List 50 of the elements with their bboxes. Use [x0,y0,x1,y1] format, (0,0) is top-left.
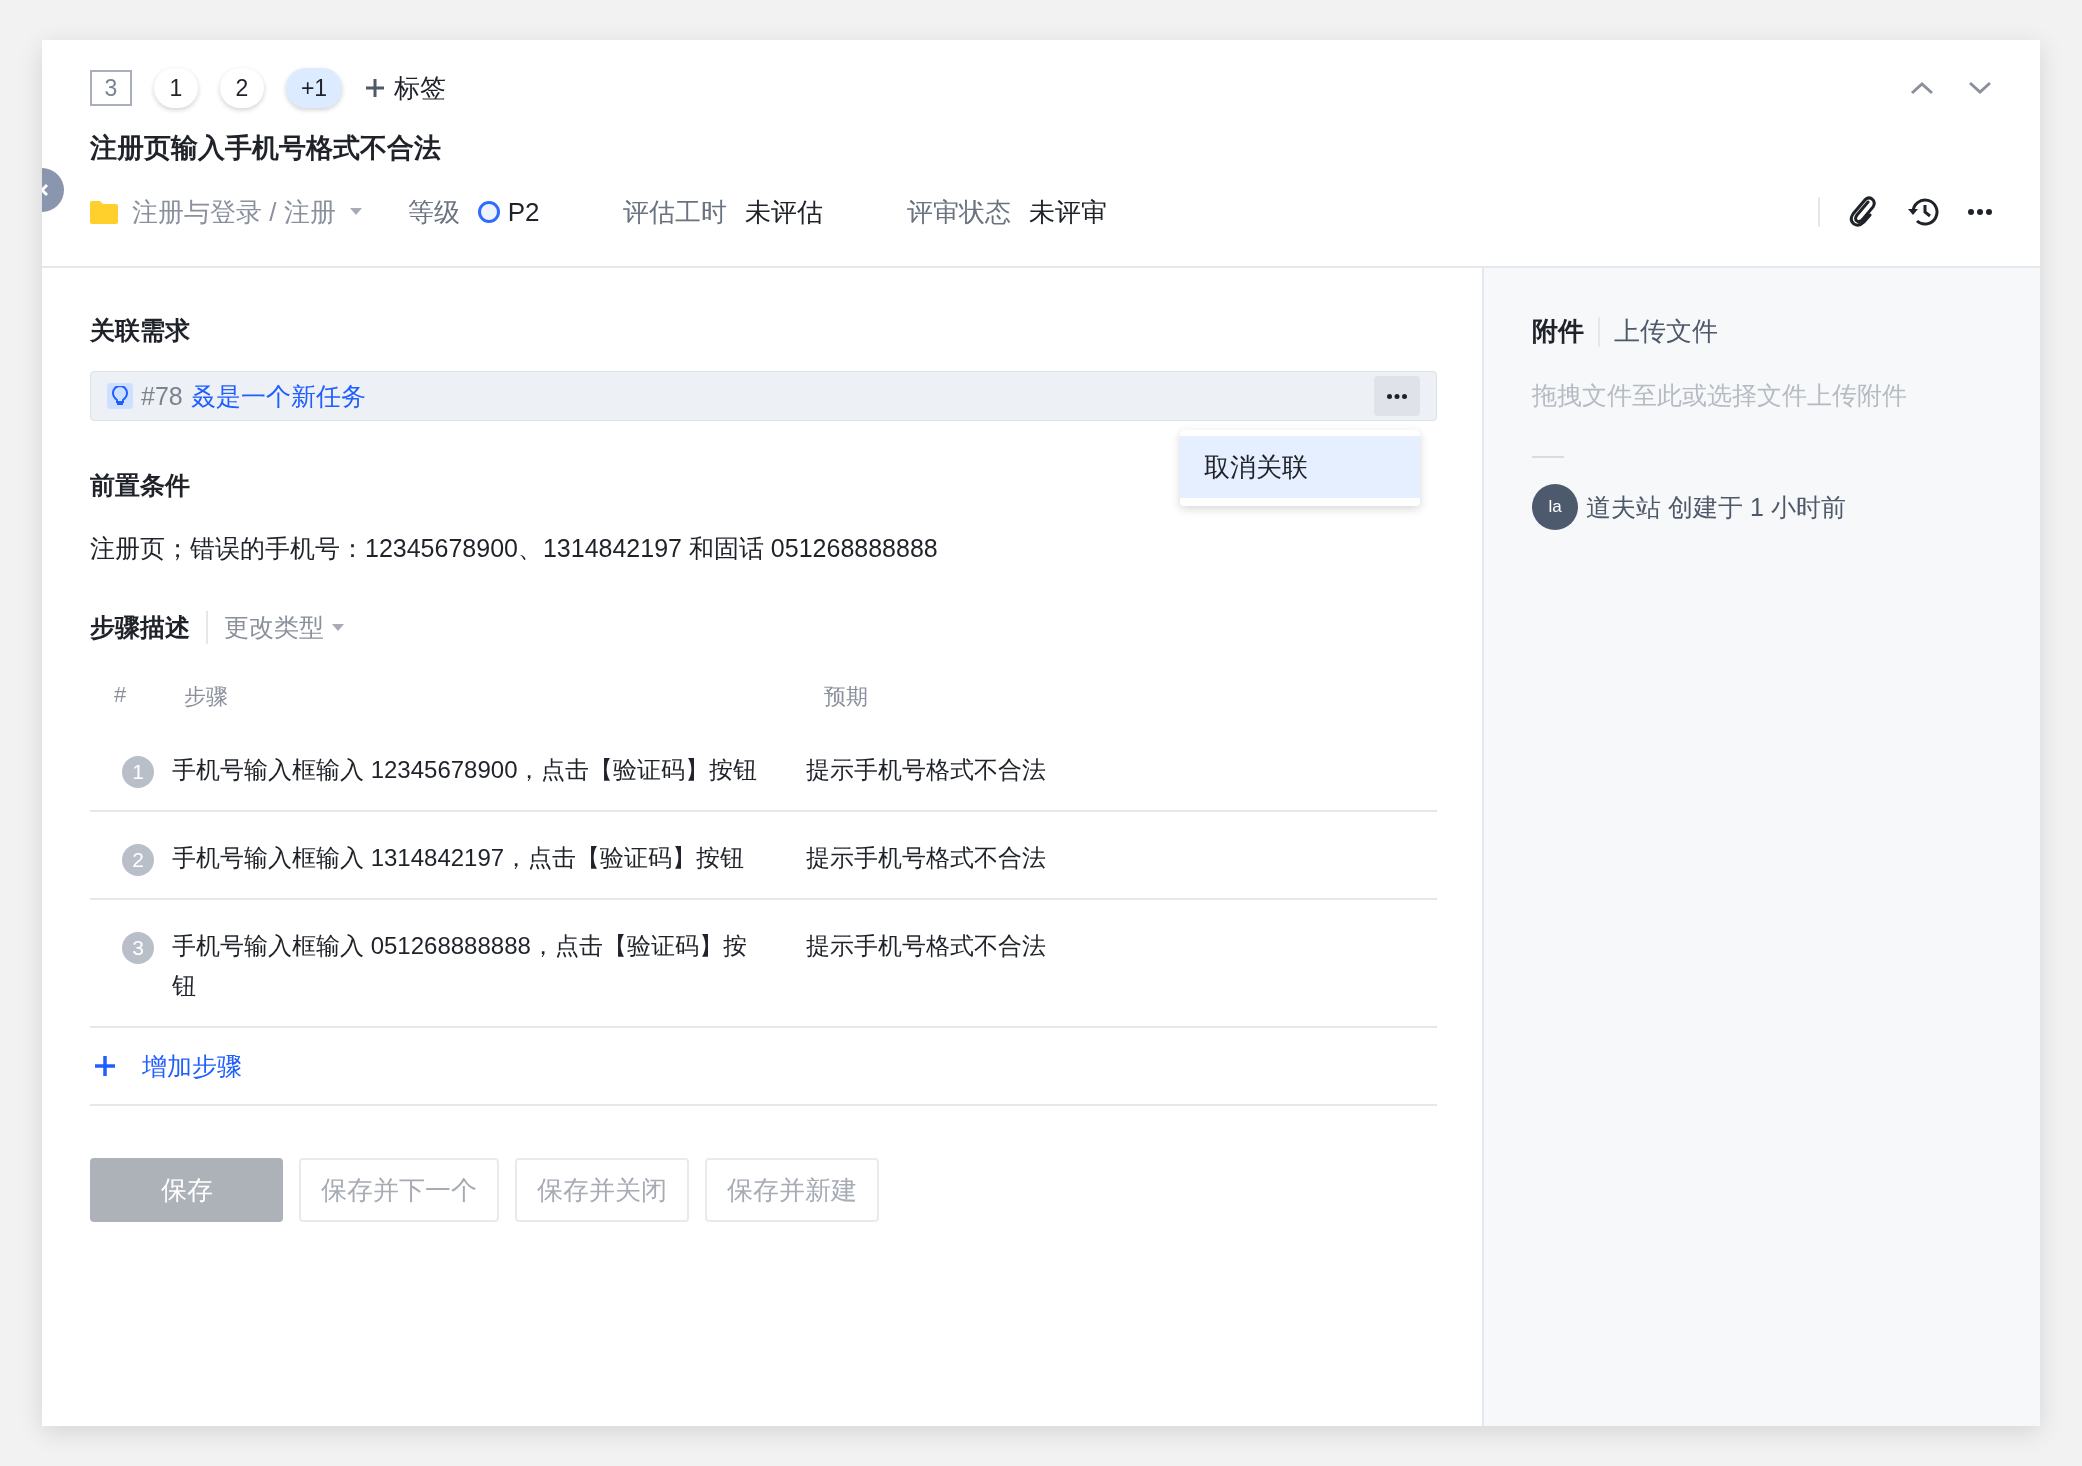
activity-text: 道夫站 创建于 1 小时前 [1586,491,1846,523]
expected-text: 提示手机号格式不合法 [805,931,1047,961]
section-heading: 前置条件 [90,470,191,501]
add-step-link[interactable]: 增加步骤 [142,1049,242,1083]
add-tag-button[interactable]: 标签 [364,70,446,106]
priority-ring-icon [477,201,500,223]
panel-tab[interactable]: 附件 [1532,314,1584,349]
step-number: 3 [122,932,154,964]
requirement-id: #78 [141,381,183,411]
lightbulb-icon [107,383,133,409]
field-value[interactable]: 未评审 [1029,194,1108,230]
more-icon[interactable] [1968,209,1992,215]
expected-text: 提示手机号格式不合法 [805,843,1047,873]
column-header: # [114,682,128,709]
caret-icon [332,623,344,632]
field-label: 评估工时 [623,195,728,229]
plus-icon [364,77,386,99]
tag-counter: 3 [90,70,132,106]
chevron-down-icon[interactable] [1968,81,1992,95]
history-icon[interactable] [1906,196,1940,228]
step-number: 1 [122,756,154,788]
column-header: 步骤 [184,683,229,711]
field-value[interactable]: 未评估 [745,194,824,230]
step-number: 2 [122,844,154,876]
section-heading: 关联需求 [90,315,191,346]
paperclip-icon[interactable] [1848,196,1878,228]
step-text: 手机号输入框输入 1314842197，点击【验证码】按钮 [171,843,746,873]
issue-title: 注册页输入手机号格式不合法 [90,132,442,165]
folder-icon [90,200,118,224]
more-button[interactable] [1374,376,1420,416]
expected-text: 提示手机号格式不合法 [805,755,1047,785]
section-heading: 步骤描述 [90,612,190,643]
more-icon [1387,393,1407,399]
user-avatar: la [1532,484,1578,530]
field-value[interactable]: P2 [507,196,540,228]
plus-icon[interactable] [94,1055,116,1077]
upload-hint: 拖拽文件至此或选择文件上传附件 [1532,380,1908,411]
tag-chip[interactable]: 1 [154,68,198,108]
field-label: 评审状态 [907,195,1012,229]
precondition-text: 注册页；错误的手机号：12345678900、1314842197 和固话 051268888888 [90,533,939,564]
step-text: 手机号输入框输入 051268888888，点击【验证码】按钮 [171,931,748,1001]
step-text: 手机号输入框输入 12345678900，点击【验证码】按钮 [171,755,759,785]
tag-chip[interactable]: 2 [220,68,264,108]
more-tags-badge[interactable]: +1 [286,68,342,108]
requirement-link[interactable]: 叒是一个新任务 [190,379,366,413]
chevron-up-icon[interactable] [1910,81,1934,95]
panel-tab[interactable]: 上传文件 [1614,314,1718,349]
menu-item[interactable]: 取消关联 [1180,436,1420,498]
field-label: 等级 [407,195,460,229]
column-header: 预期 [824,683,869,711]
